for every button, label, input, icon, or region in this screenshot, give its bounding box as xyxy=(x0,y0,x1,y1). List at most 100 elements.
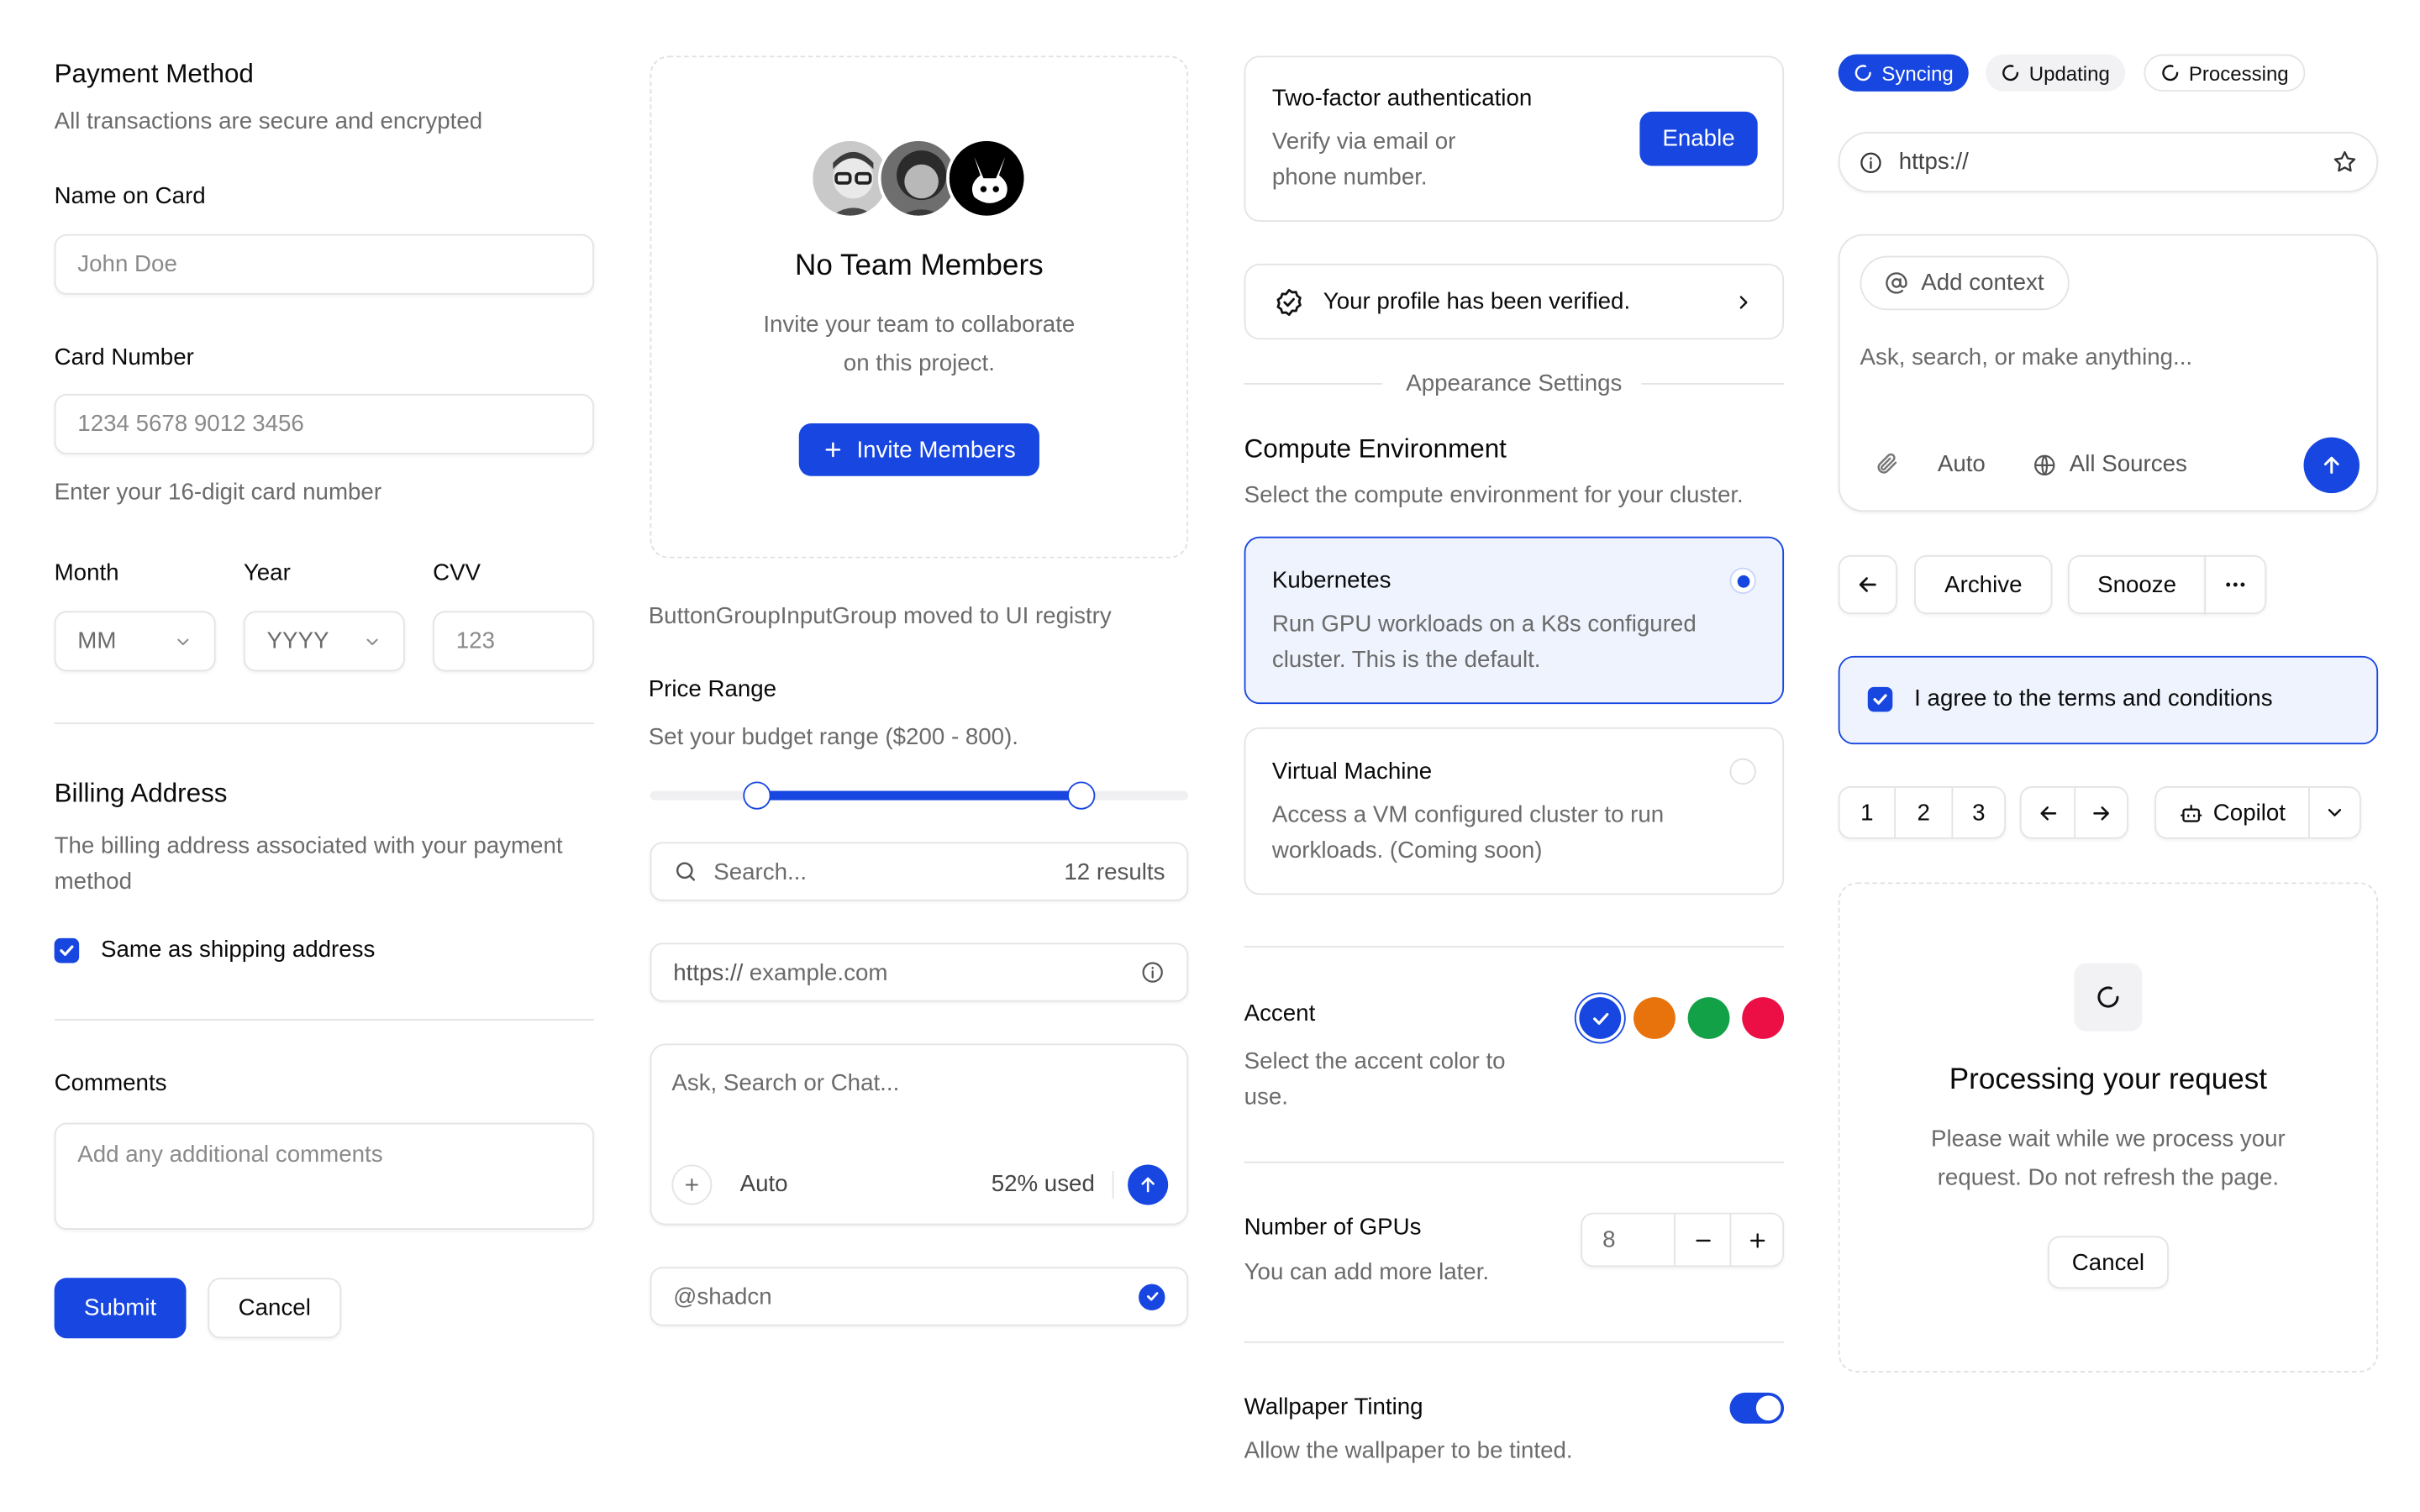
empty-team-desc: Invite your team to collaborate on this … xyxy=(763,312,1076,377)
card-number-input[interactable] xyxy=(54,393,595,454)
gpus-stepper: 8 xyxy=(1581,1212,1785,1268)
cvv-label: CVV xyxy=(433,559,481,586)
copilot-label: Copilot xyxy=(2212,799,2286,827)
submit-button[interactable]: Submit xyxy=(54,1278,187,1339)
month-select[interactable]: MM xyxy=(54,611,216,672)
status-badge-updating: Updating xyxy=(1986,54,2126,92)
terms-field[interactable]: I agree to the terms and conditions xyxy=(1838,655,2379,745)
more-horizontal-icon xyxy=(2226,582,2245,587)
name-on-card-input[interactable] xyxy=(54,234,595,295)
prompt-mode-select[interactable]: Auto xyxy=(1938,451,1986,477)
browser-url-input[interactable]: https:// xyxy=(1838,131,2379,192)
info-icon xyxy=(1859,150,1884,175)
chevron-down-icon xyxy=(363,632,381,650)
add-context-button[interactable]: Add context xyxy=(1860,255,2070,311)
price-slider-thumb-max[interactable] xyxy=(1066,781,1095,810)
increment-button[interactable] xyxy=(1731,1215,1782,1266)
comments-textarea[interactable] xyxy=(54,1122,595,1230)
arrow-left-icon xyxy=(2039,806,2056,820)
status-badge-label: Processing xyxy=(2188,60,2289,85)
loader-icon xyxy=(2002,65,2019,81)
url-input-group[interactable]: https:// example.com xyxy=(650,942,1189,1002)
accent-swatch[interactable] xyxy=(1742,997,1785,1039)
check-circle-icon xyxy=(1139,1283,1165,1310)
search-input[interactable]: Search... xyxy=(713,858,1049,885)
browser-url-value: https:// xyxy=(1898,149,1969,176)
compute-option-kubernetes[interactable]: Kubernetes Run GPU workloads on a K8s co… xyxy=(1244,536,1785,705)
attach-button[interactable] xyxy=(1874,451,1899,476)
all-sources-label: All Sources xyxy=(2069,451,2187,478)
wallpaper-toggle[interactable] xyxy=(1729,1392,1785,1424)
compute-desc: Select the compute environment for your … xyxy=(1244,482,1744,509)
accent-swatch[interactable] xyxy=(1579,997,1622,1039)
price-slider-thumb-min[interactable] xyxy=(744,781,772,810)
page-button[interactable]: 3 xyxy=(1953,788,2004,837)
invite-members-button[interactable]: Invite Members xyxy=(798,423,1039,476)
archive-button[interactable]: Archive xyxy=(1914,554,2053,615)
chat-mode-select[interactable]: Auto xyxy=(740,1171,788,1197)
snooze-button[interactable]: Snooze xyxy=(2067,554,2207,615)
search-results-count: 12 results xyxy=(1064,858,1165,885)
page-button[interactable]: 1 xyxy=(1840,787,1896,837)
processing-cancel-button[interactable]: Cancel xyxy=(2047,1236,2169,1289)
twofa-desc: Verify via email or phone number. xyxy=(1271,129,1456,192)
username-input-group[interactable]: @shadcn xyxy=(650,1267,1189,1326)
search-input-group[interactable]: Search... 12 results xyxy=(650,842,1189,901)
year-select[interactable]: YYYY xyxy=(243,611,405,672)
copilot-button[interactable]: Copilot xyxy=(2156,787,2310,837)
url-input[interactable]: example.com xyxy=(750,959,1134,985)
terms-checkbox[interactable] xyxy=(1867,686,1893,712)
cancel-button[interactable]: Cancel xyxy=(208,1278,342,1339)
same-address-checkbox[interactable] xyxy=(54,937,80,963)
send-button[interactable] xyxy=(1128,1164,1169,1205)
enable-button[interactable]: Enable xyxy=(1639,111,1758,166)
accent-swatch[interactable] xyxy=(1687,997,1730,1039)
send-button[interactable] xyxy=(2303,437,2360,494)
next-page-button[interactable] xyxy=(2075,788,2127,837)
paperclip-icon xyxy=(1877,453,1897,474)
gpus-title: Number of GPUs xyxy=(1244,1214,1422,1241)
chat-input-group: Ask, Search or Chat... Auto 52% used xyxy=(650,1043,1189,1226)
username-input[interactable]: @shadcn xyxy=(673,1284,1139,1310)
payment-title: Payment Method xyxy=(54,59,254,89)
card-number-label: Card Number xyxy=(54,344,194,371)
prompt-input[interactable]: Ask, search, or make anything... xyxy=(1860,344,2193,370)
billing-desc: The billing address associated with your… xyxy=(54,832,563,895)
all-sources-button[interactable]: All Sources xyxy=(2032,451,2187,478)
status-badge-label: Updating xyxy=(2028,60,2110,85)
back-button[interactable] xyxy=(1838,554,1897,615)
terms-label: I agree to the terms and conditions xyxy=(1914,685,2273,712)
price-range-title: Price Range xyxy=(648,675,777,703)
copilot-menu-button[interactable] xyxy=(2310,788,2360,837)
compute-option-desc: Access a VM configured cluster to run wo… xyxy=(1271,801,1665,864)
wallpaper-desc: Allow the wallpaper to be tinted. xyxy=(1244,1437,1573,1464)
accent-title: Accent xyxy=(1244,1000,1316,1027)
badge-check-icon xyxy=(1274,286,1305,318)
accent-swatch[interactable] xyxy=(1634,997,1676,1039)
chat-input[interactable]: Ask, Search or Chat... xyxy=(671,1070,899,1096)
same-address-label[interactable]: Same as shipping address xyxy=(101,937,375,963)
plus-icon xyxy=(823,438,844,460)
star-icon[interactable] xyxy=(2332,149,2358,175)
url-prefix: https:// xyxy=(673,958,744,986)
gpus-input[interactable]: 8 xyxy=(1582,1214,1676,1266)
wallpaper-title: Wallpaper Tinting xyxy=(1244,1394,1423,1421)
divider xyxy=(54,722,595,725)
info-icon[interactable] xyxy=(1140,960,1165,985)
page-button[interactable]: 2 xyxy=(1896,787,1954,837)
add-attachment-button[interactable] xyxy=(671,1164,713,1205)
chevron-down-icon xyxy=(2328,808,2342,816)
verified-item[interactable]: Your profile has been verified. xyxy=(1244,263,1785,340)
cvv-input[interactable] xyxy=(433,611,595,672)
radio-selected[interactable] xyxy=(1729,567,1756,595)
check-icon xyxy=(1873,694,1887,705)
decrement-button[interactable] xyxy=(1676,1214,1732,1266)
month-select-value: MM xyxy=(77,627,117,655)
arrow-left-icon xyxy=(1859,577,1876,592)
twofa-title: Two-factor authentication xyxy=(1271,85,1533,112)
prev-page-button[interactable] xyxy=(2022,787,2076,837)
arrow-right-icon xyxy=(2093,806,2109,820)
compute-option-vm[interactable]: Virtual Machine Access a VM configured c… xyxy=(1244,727,1785,895)
more-button[interactable] xyxy=(2204,554,2267,615)
radio-unselected[interactable] xyxy=(1729,758,1756,785)
